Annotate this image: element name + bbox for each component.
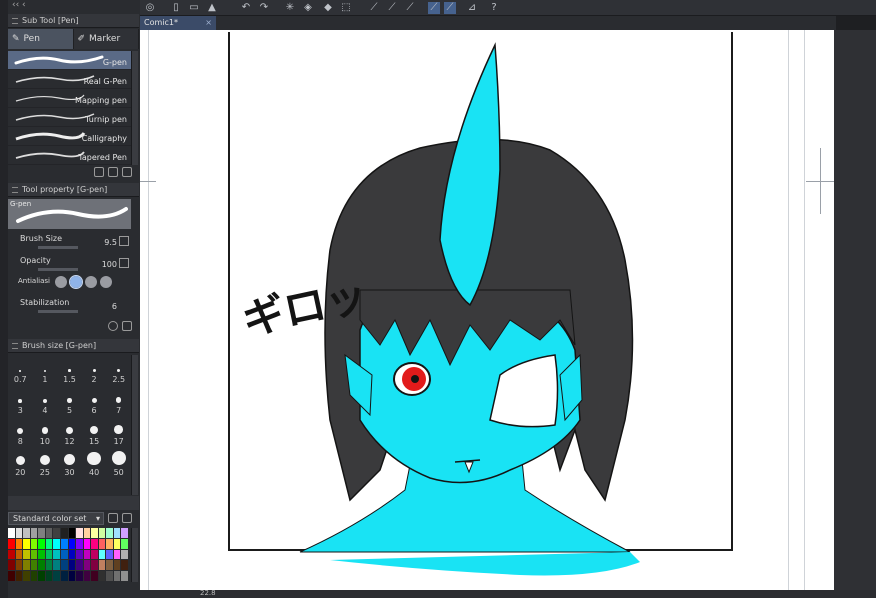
pupil (411, 375, 419, 383)
status-bar: 22.8 (140, 589, 876, 598)
zoom-value[interactable]: 22.8 (200, 589, 216, 597)
skin-overflow (330, 552, 640, 576)
artwork: ギロッ (238, 42, 640, 576)
